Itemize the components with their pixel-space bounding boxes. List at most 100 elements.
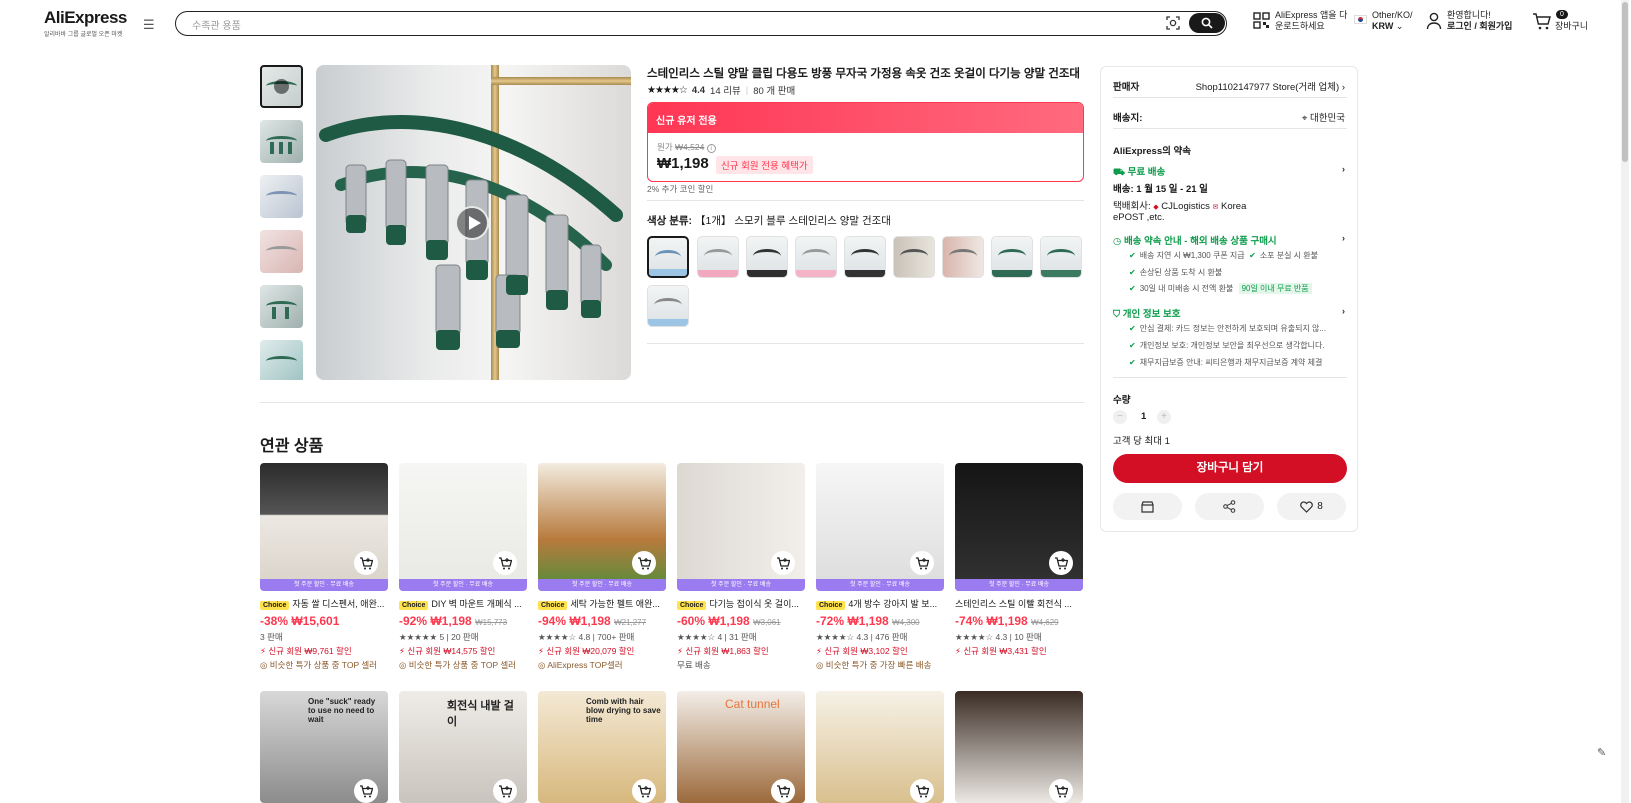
product-name[interactable]: Choice 4개 방수 강아지 발 보... [816, 597, 944, 610]
related-product-card[interactable] [955, 691, 1083, 803]
color-swatch[interactable] [746, 236, 788, 278]
related-product-card[interactable]: 첫 주문 할인 · 무료 배송 Choice 세탁 가능한 펠트 애완... -94%… [538, 463, 666, 671]
play-video-button[interactable] [455, 206, 489, 240]
thumbnail-image[interactable] [260, 175, 303, 218]
thumbnail-image[interactable] [260, 285, 303, 328]
cart-link[interactable]: 0 장바구니 [1532, 10, 1588, 32]
info-icon[interactable]: i [706, 144, 716, 153]
product-image[interactable] [955, 691, 1083, 803]
color-swatch[interactable] [697, 236, 739, 278]
product-meta: ★★★★☆ 4.3 | 10 판매 [955, 632, 1042, 642]
product-image[interactable]: 첫 주문 할인 · 무료 배송 [399, 463, 527, 591]
delivery-guarantee-row[interactable]: ◷ 배송 약속 안내 - 해외 배송 상품 구매시 › [1113, 233, 1345, 247]
add-to-cart-button[interactable]: 장바구니 담기 [1113, 454, 1347, 483]
add-to-cart-icon[interactable] [1049, 779, 1073, 803]
original-price-row: 원가 ₩4,524 i [657, 141, 716, 153]
add-to-cart-icon[interactable] [910, 779, 934, 803]
product-name[interactable]: Choice DIY 벽 마운트 개폐식 ... [399, 597, 527, 610]
product-image[interactable]: 첫 주문 할인 · 무료 배송 [677, 463, 805, 591]
add-to-cart-icon[interactable] [493, 779, 517, 803]
guarantee-line: ✔ 30일 내 미배송 시 전액 환불 90일 이내 무료 반품 [1129, 283, 1345, 294]
image-search-icon[interactable] [1165, 15, 1181, 34]
product-image[interactable]: 첫 주문 할인 · 무료 배송 [816, 463, 944, 591]
related-product-card[interactable]: One "suck" ready to use no need to wait [260, 691, 388, 803]
seller-row[interactable]: 판매자 Shop1102147977 Store(거래 업체) › [1113, 79, 1345, 93]
color-swatch[interactable] [991, 236, 1033, 278]
login-link[interactable]: 로그인 / 회원가입 [1447, 21, 1512, 31]
account-menu[interactable]: 환영합니다! 로그인 / 회원가입 [1426, 10, 1512, 32]
share-button[interactable] [1195, 493, 1264, 520]
app-download[interactable]: AliExpress 앱을 다 운로드하세요 [1253, 10, 1347, 32]
add-to-cart-icon[interactable] [354, 779, 378, 803]
add-to-cart-icon[interactable] [632, 779, 656, 803]
thumbnail-image[interactable] [260, 230, 303, 273]
store-button[interactable] [1113, 493, 1182, 520]
free-shipping-row[interactable]: ⛟ 무료 배송 › [1113, 164, 1345, 179]
related-product-card[interactable]: 첫 주문 할인 · 무료 배송 Choice DIY 벽 마운트 개폐식 ... -9… [399, 463, 527, 671]
page-scrollbar[interactable] [1621, 0, 1629, 803]
product-image[interactable]: Cat tunnel [677, 691, 805, 803]
product-image[interactable]: 첫 주문 할인 · 무료 배송 [538, 463, 666, 591]
privacy-row[interactable]: ⛉ 개인 정보 보호 › [1113, 306, 1345, 320]
add-to-cart-icon[interactable] [771, 551, 795, 575]
top-header: AliExpress 알리바바 그룹 글로벌 오픈 마켓 ☰ 수족관 용품 Al… [0, 0, 1631, 48]
related-product-card[interactable]: 첫 주문 할인 · 무료 배송 Choice 자동 쌀 디스펜서, 애완... -38… [260, 463, 388, 671]
related-product-card[interactable]: Comb with hair blow drying to save time [538, 691, 666, 803]
product-image[interactable]: 첫 주문 할인 · 무료 배송 [260, 463, 388, 591]
color-swatch[interactable] [647, 285, 689, 327]
color-swatch[interactable] [844, 236, 886, 278]
add-to-cart-icon[interactable] [493, 551, 517, 575]
extra-text: 비슷한 특가 중 가장 빠른 배송 [825, 660, 932, 670]
color-swatch[interactable] [647, 236, 689, 278]
main-product-image[interactable] [316, 65, 631, 380]
thumbnail-video[interactable] [260, 65, 303, 108]
add-to-cart-icon[interactable] [1049, 551, 1073, 575]
color-swatch[interactable] [942, 236, 984, 278]
edit-icon[interactable]: ✎ [1597, 746, 1606, 759]
color-swatch[interactable] [893, 236, 935, 278]
thumbnail-image[interactable] [260, 340, 303, 380]
add-to-cart-icon[interactable] [910, 551, 934, 575]
product-image[interactable]: One "suck" ready to use no need to wait [260, 691, 388, 803]
search-input[interactable]: 수족관 용품 [192, 17, 241, 32]
related-product-card[interactable]: 첫 주문 할인 · 무료 배송 Choice 4개 방수 강아지 발 보... -72… [816, 463, 944, 671]
scrollbar-thumb[interactable] [1622, 2, 1628, 162]
product-name[interactable]: Choice 세탁 가능한 펠트 애완... [538, 597, 666, 610]
coin-discount-note: 2% 추가 코인 할인 [647, 184, 714, 194]
quantity-decrease-button[interactable]: − [1113, 410, 1127, 424]
related-product-card[interactable]: 첫 주문 할인 · 무료 배송 Choice 다기능 접이식 옷 걸이... -60%… [677, 463, 805, 671]
guarantee-item: 배송 지연 시 ₩1,300 쿠폰 지급 [1139, 251, 1245, 260]
product-name[interactable]: 스테인리스 스틸 이빨 회전식 ... [955, 597, 1083, 610]
new-user-deal: ⚡ 신규 회원 ₩9,761 할인 [260, 646, 352, 656]
related-product-card[interactable] [816, 691, 944, 803]
quantity-value[interactable]: 1 [1141, 411, 1146, 422]
region-selector[interactable]: Other/KO/ KRW ⌄ [1354, 10, 1413, 32]
add-to-cart-icon[interactable] [354, 551, 378, 575]
wishlist-button[interactable]: 8 [1277, 493, 1346, 520]
product-image[interactable]: 회전식 내발 걸이 [399, 691, 527, 803]
extra-text: 비슷한 특가 상품 중 TOP 셀러 [269, 660, 377, 670]
deal-text: 신규 회원 ₩14,575 할인 [407, 646, 496, 656]
quantity-increase-button[interactable]: + [1157, 410, 1171, 424]
related-product-card[interactable]: 첫 주문 할인 · 무료 배송 스테인리스 스틸 이빨 회전식 ... -74% ₩… [955, 463, 1083, 657]
color-swatch[interactable] [1040, 236, 1082, 278]
menu-icon[interactable]: ☰ [143, 17, 155, 33]
search-button[interactable] [1189, 13, 1225, 33]
product-name[interactable]: Choice 다기능 접이식 옷 걸이... [677, 597, 805, 610]
product-image[interactable]: Comb with hair blow drying to save time [538, 691, 666, 803]
quantity-label: 수량 [1113, 395, 1131, 406]
product-image[interactable]: 첫 주문 할인 · 무료 배송 [955, 463, 1083, 591]
color-swatch[interactable] [795, 236, 837, 278]
product-name[interactable]: Choice 자동 쌀 디스펜서, 애완... [260, 597, 388, 610]
add-to-cart-icon[interactable] [632, 551, 656, 575]
review-count[interactable]: 14 리뷰 [710, 83, 741, 97]
add-to-cart-icon[interactable] [771, 779, 795, 803]
shipto-row[interactable]: 배송지: ⌖ 대한민국 [1113, 110, 1345, 124]
aliexpress-logo[interactable]: AliExpress 알리바바 그룹 글로벌 오픈 마켓 [44, 8, 127, 38]
search-bar[interactable]: 수족관 용품 [175, 11, 1227, 36]
thumbnail-image[interactable] [260, 120, 303, 163]
related-product-card[interactable]: Cat tunnel [677, 691, 805, 803]
related-product-card[interactable]: 회전식 내발 걸이 [399, 691, 527, 803]
product-image[interactable] [816, 691, 944, 803]
seller-name[interactable]: Shop1102147977 Store(거래 업체) [1196, 82, 1340, 93]
